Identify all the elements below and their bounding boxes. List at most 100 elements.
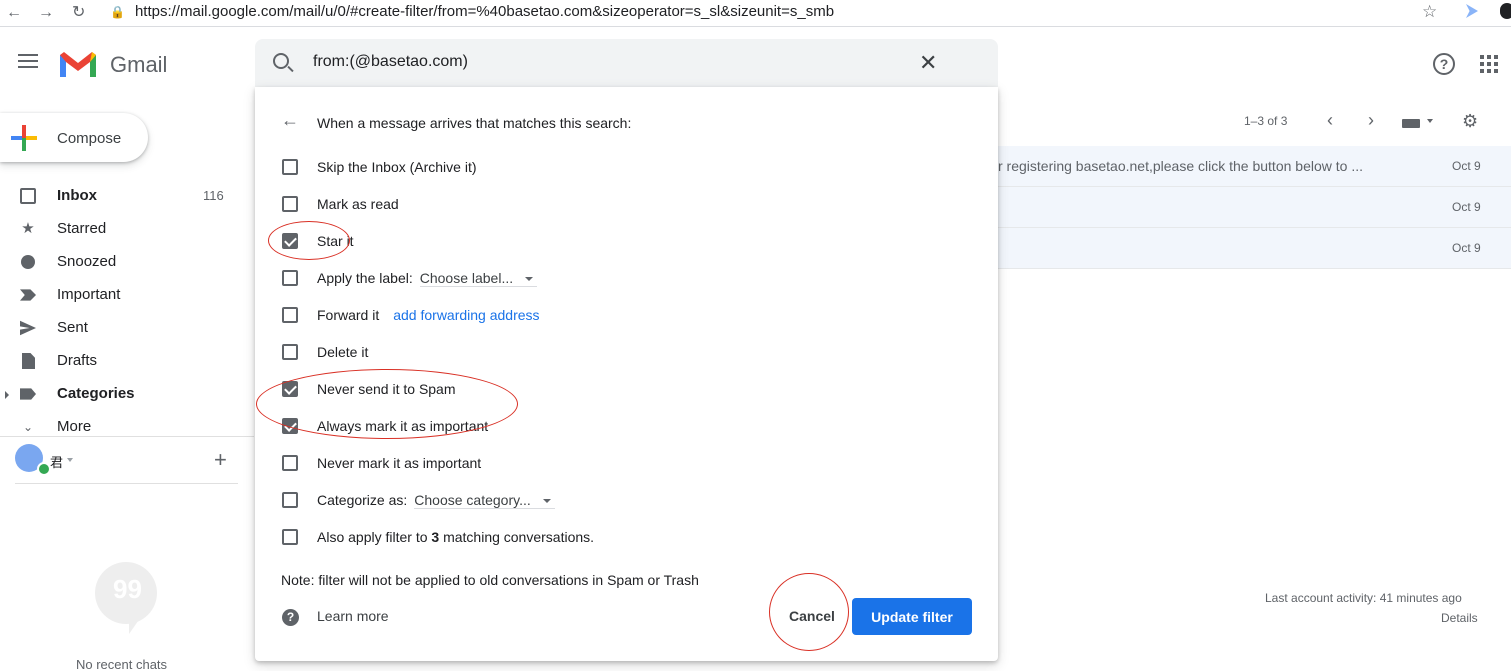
sidebar-item-snoozed[interactable]: Snoozed [0,247,240,277]
gmail-logo-icon[interactable] [58,51,98,79]
label-dropdown[interactable]: Choose label... [419,270,538,287]
matching-count: 3 [431,529,440,545]
checkbox-checked[interactable] [282,418,298,434]
clear-search-icon[interactable]: ✕ [919,49,937,77]
sidebar-item-more[interactable]: ⌄ More [0,412,240,442]
option-label: Also apply filter to [317,529,428,545]
url-text: https://mail.google.com/mail/u/0/#create… [134,3,835,20]
main-menu-icon[interactable] [18,54,38,70]
option-row: Apply the label: Choose label... [317,270,538,287]
filter-option-mark-read[interactable]: Mark as read [255,189,998,219]
checkbox-checked[interactable] [282,381,298,397]
sidebar-item-label: Starred [57,220,107,237]
filter-option-apply-label[interactable]: Apply the label: Choose label... [255,263,998,293]
draft-icon [22,353,35,369]
help-circle-icon[interactable]: ? [282,609,299,626]
category-dropdown[interactable]: Choose category... [414,492,555,509]
search-input[interactable]: from:(@basetao.com) [313,53,468,71]
status-caret-icon[interactable] [67,458,73,462]
sidebar-item-categories[interactable]: Categories [0,379,240,409]
checkbox[interactable] [282,196,298,212]
mail-row[interactable]: r registering basetao.net,please click t… [998,146,1511,187]
option-label: Apply the label: [317,270,413,286]
compose-label: Compose [57,130,122,147]
option-label-suffix: matching conversations. [443,529,595,545]
sidebar-item-label: Drafts [57,352,98,369]
address-bar[interactable]: 🔒 https://mail.google.com/mail/u/0/#creat… [110,2,834,22]
filter-option-always-important[interactable]: Always mark it as important [255,411,998,441]
extension-icon[interactable] [1466,4,1478,18]
checkbox[interactable] [282,270,298,286]
inbox-icon [20,188,36,204]
filter-option-delete[interactable]: Delete it [255,337,998,367]
back-arrow-icon[interactable]: ← [281,110,299,131]
filter-option-forward[interactable]: Forward it add forwarding address [255,300,998,330]
filter-note: Note: filter will not be applied to old … [281,572,699,588]
sidebar-item-inbox[interactable]: Inbox 116 [0,181,240,211]
label-icon [20,388,36,400]
checkbox[interactable] [282,529,298,545]
option-label: Delete it [317,344,369,360]
profile-icon[interactable] [1500,3,1511,19]
sidebar-item-label: Inbox [57,187,97,204]
option-row: Also apply filter to 3 matching conversa… [317,529,594,545]
browser-toolbar: ← → ↻ 🔒 https://mail.google.com/mail/u/0/… [0,0,1511,27]
sidebar-divider [0,436,254,437]
sidebar-item-label: Sent [57,319,88,336]
sidebar-item-label: More [57,418,92,435]
hangouts-user-name[interactable]: 君 [50,452,63,471]
new-chat-plus-icon[interactable]: + [214,447,227,473]
add-forwarding-link[interactable]: add forwarding address [393,307,539,323]
checkbox[interactable] [282,492,298,508]
avatar[interactable] [15,444,51,476]
mail-row[interactable]: Oct 9 [998,228,1511,269]
gear-icon[interactable]: ⚙ [1462,111,1478,132]
filter-option-categorize[interactable]: Categorize as: Choose category... [255,485,998,515]
help-icon[interactable]: ? [1433,53,1455,75]
sidebar-item-label: Snoozed [57,253,117,270]
create-filter-panel: ← When a message arrives that matches th… [255,87,998,661]
option-label: Always mark it as important [317,418,489,434]
reload-icon[interactable]: ↻ [72,3,85,23]
details-link[interactable]: Details [1441,611,1478,625]
checkbox-checked[interactable] [282,233,298,249]
sidebar-item-drafts[interactable]: Drafts [0,346,240,376]
sidebar-item-sent[interactable]: Sent [0,313,240,343]
filter-option-never-spam[interactable]: Never send it to Spam [255,374,998,404]
filter-option-also-apply[interactable]: Also apply filter to 3 matching conversa… [255,522,998,552]
input-tools-caret-icon[interactable] [1427,119,1433,123]
mail-row[interactable]: Oct 9 [998,187,1511,228]
lock-icon: 🔒 [110,5,125,19]
expand-caret-icon[interactable] [5,391,9,399]
cancel-button[interactable]: Cancel [782,598,842,634]
filter-option-skip-inbox[interactable]: Skip the Inbox (Archive it) [255,152,998,182]
compose-button[interactable]: Compose [0,113,148,162]
chevron-left-icon[interactable]: ‹ [1327,110,1333,131]
last-activity-text: Last account activity: 41 minutes ago [1265,591,1462,605]
bookmark-star-icon[interactable]: ☆ [1422,2,1437,22]
checkbox[interactable] [282,455,298,471]
search-icon[interactable] [273,53,289,69]
back-icon[interactable]: ← [6,3,22,23]
pagination-count: 1–3 of 3 [1244,114,1288,128]
filter-option-never-important[interactable]: Never mark it as important [255,448,998,478]
checkbox[interactable] [282,307,298,323]
chevron-down-icon: ⌄ [22,420,34,434]
option-label: Forward it [317,307,380,323]
no-chats-text: No recent chats [76,657,168,671]
option-label: Never mark it as important [317,455,482,471]
learn-more-link[interactable]: Learn more [317,608,389,624]
sidebar-item-starred[interactable]: ★ Starred [0,214,240,244]
update-filter-button[interactable]: Update filter [852,598,972,635]
search-bar[interactable]: from:(@basetao.com) ✕ [255,39,998,87]
filter-option-star-it[interactable]: Star it [255,226,998,256]
option-row: Forward it add forwarding address [317,307,540,323]
checkbox[interactable] [282,344,298,360]
sidebar-item-important[interactable]: Important [0,280,240,310]
forward-icon[interactable]: → [38,3,54,23]
apps-grid-icon[interactable] [1480,55,1498,73]
chevron-right-icon[interactable]: › [1368,110,1374,131]
checkbox[interactable] [282,159,298,175]
keyboard-icon[interactable] [1402,119,1420,128]
star-icon: ★ [21,220,35,237]
